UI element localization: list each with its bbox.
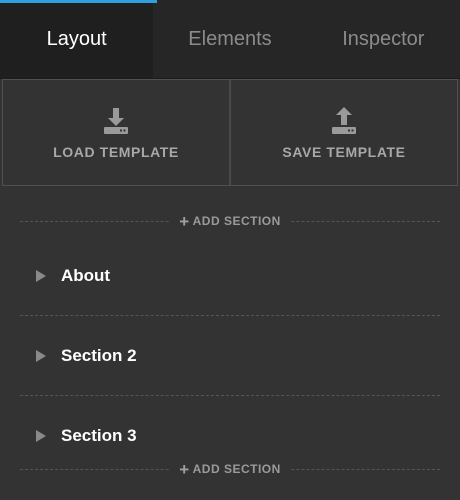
expand-caret-icon[interactable] bbox=[36, 349, 46, 362]
section-label: About bbox=[61, 265, 111, 285]
tab-elements[interactable]: Elements bbox=[153, 0, 306, 78]
upload-icon bbox=[332, 106, 356, 134]
add-section-button-bottom[interactable]: + ADD SECTION bbox=[169, 459, 291, 479]
expand-caret-icon[interactable] bbox=[36, 430, 46, 442]
tab-inspector[interactable]: Inspector bbox=[307, 0, 460, 78]
load-template-label: LOAD TEMPLATE bbox=[53, 143, 179, 160]
section-label: Section 3 bbox=[61, 426, 137, 445]
section-label: Section 2 bbox=[61, 345, 137, 365]
plus-icon: + bbox=[179, 459, 190, 479]
section-item[interactable]: About bbox=[20, 236, 440, 316]
plus-icon: + bbox=[179, 211, 190, 231]
save-template-label: SAVE TEMPLATE bbox=[282, 143, 406, 160]
add-section-label: ADD SECTION bbox=[192, 214, 281, 228]
tab-bar: Layout Elements Inspector bbox=[0, 0, 460, 79]
active-tab-indicator bbox=[0, 0, 157, 3]
add-section-label: ADD SECTION bbox=[192, 462, 281, 476]
add-section-bottom-row: + ADD SECTION bbox=[20, 454, 440, 484]
add-section-top-row: + ADD SECTION bbox=[20, 206, 440, 236]
section-item[interactable]: Section 2 bbox=[20, 316, 440, 396]
tab-layout[interactable]: Layout bbox=[0, 0, 154, 78]
download-icon bbox=[104, 107, 128, 134]
layout-panel: Layout Elements Inspector LOAD TEMPLATE bbox=[0, 0, 460, 500]
section-list: + ADD SECTION About Section 2 Section 3 … bbox=[0, 206, 460, 484]
save-template-button[interactable]: SAVE TEMPLATE bbox=[229, 80, 458, 185]
template-actions: LOAD TEMPLATE SAVE TEMPLATE bbox=[2, 79, 458, 186]
load-template-button[interactable]: LOAD TEMPLATE bbox=[2, 80, 229, 185]
expand-caret-icon[interactable] bbox=[36, 269, 46, 282]
add-section-button-top[interactable]: + ADD SECTION bbox=[169, 211, 291, 231]
